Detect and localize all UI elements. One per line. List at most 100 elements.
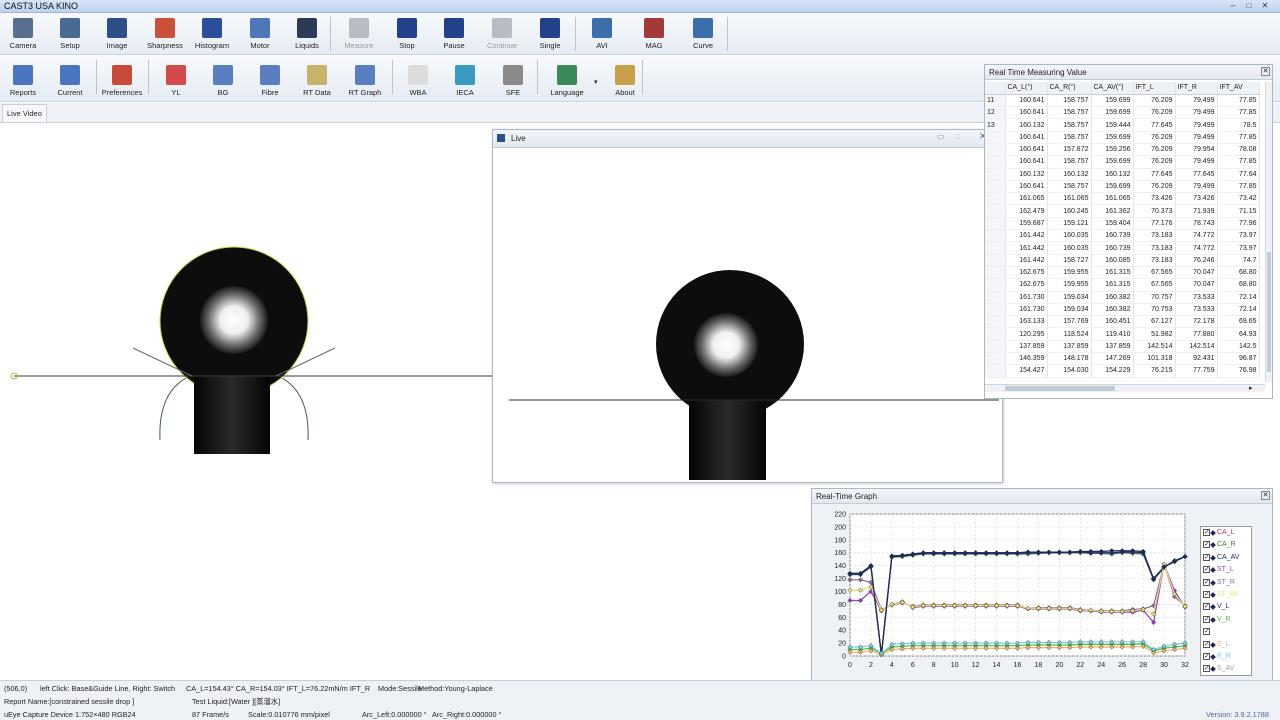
liquids-button[interactable]: Liquids bbox=[284, 15, 330, 50]
legend-item[interactable]: ✓ ST_L bbox=[1201, 564, 1251, 576]
legend-item[interactable]: ✓ bbox=[1201, 626, 1251, 638]
rt-table: CA_L(°) CA_R(°) CA_AV(°) IFT_L IFT_R IFT_AV 11… bbox=[985, 82, 1260, 378]
table-row[interactable]: 160.641 158.757 159.699 76.209 79.499 77.85 bbox=[985, 180, 1260, 194]
avi-button[interactable]: AVI bbox=[579, 15, 625, 50]
checkbox-icon[interactable]: ✓ bbox=[1203, 665, 1210, 673]
table-row[interactable]: 159.687 159.121 159.404 77.176 78.743 77.96 bbox=[985, 217, 1260, 231]
ieca-button[interactable]: IECA bbox=[442, 58, 488, 97]
rt-graph-button[interactable]: RT Graph bbox=[342, 58, 388, 97]
status-method: Method:Young-Laplace bbox=[418, 684, 493, 693]
toolbar-button-label: Single bbox=[539, 41, 561, 50]
close-button[interactable]: ✕ bbox=[1258, 1, 1272, 12]
rt-horizontal-scrollbar[interactable]: ▸ bbox=[985, 384, 1265, 392]
column-header[interactable]: IFT_R bbox=[1175, 82, 1218, 95]
wba-button[interactable]: WBA bbox=[395, 58, 441, 97]
table-row[interactable]: 160.641 158.757 159.699 76.209 79.499 77.85 bbox=[985, 131, 1260, 144]
pause-button[interactable]: Pause bbox=[431, 15, 477, 50]
sharpness-button[interactable]: Sharpness bbox=[142, 15, 188, 50]
motor-button[interactable]: Motor bbox=[237, 15, 283, 50]
table-row[interactable]: 160.641 157.872 159.256 76.209 79.954 78.08 bbox=[985, 143, 1260, 157]
table-row[interactable]: 161.442 160.035 160.739 73.183 74.772 73.97 bbox=[985, 241, 1260, 255]
realtime-graph-panel[interactable]: Real-Time Graph ✕ 0 20 40 60 80 100 120 140 160 1… bbox=[811, 488, 1273, 688]
table-row[interactable]: 161.442 158.727 160.085 73.183 76.246 74.7 bbox=[985, 254, 1260, 267]
camera-button[interactable]: Camera bbox=[0, 15, 46, 50]
column-header[interactable]: CA_AV(°) bbox=[1091, 82, 1134, 95]
column-header[interactable]: CA_L(°) bbox=[1005, 82, 1048, 95]
legend-item[interactable]: ✓ ST_R bbox=[1201, 577, 1251, 589]
legend-item[interactable]: ✓ CA_L bbox=[1201, 527, 1251, 539]
column-header[interactable]: IFT_L bbox=[1133, 82, 1176, 95]
live-maximize-button[interactable]: □ bbox=[955, 132, 960, 141]
table-row[interactable]: 160.132 160.132 160.132 77.645 77.645 77.64 bbox=[985, 168, 1260, 181]
preferences-button[interactable]: Preferences bbox=[99, 58, 145, 97]
rt-panel-close-button[interactable]: ✕ bbox=[1261, 67, 1270, 76]
table-row[interactable]: 11 160.641 158.757 159.699 76.209 79.499 77.85 bbox=[985, 94, 1260, 108]
minimize-button[interactable]: – bbox=[1226, 1, 1240, 12]
legend-item[interactable]: ✓ E_L bbox=[1201, 639, 1251, 651]
main-video-view[interactable] bbox=[0, 124, 492, 454]
single-button[interactable]: Single bbox=[527, 15, 573, 50]
rt-data-button[interactable]: RT Data bbox=[294, 58, 340, 97]
table-row[interactable]: 162.675 159.955 161.315 67.565 70.047 68.80 bbox=[985, 278, 1260, 292]
curve-button[interactable]: Curve bbox=[680, 15, 726, 50]
table-row[interactable]: 163.133 157.769 160.451 67.127 72.178 69.65 bbox=[985, 315, 1260, 329]
legend-item[interactable]: ✓ CA_AV bbox=[1201, 552, 1251, 564]
rt-vertical-scroll-thumb[interactable] bbox=[1267, 252, 1271, 372]
tab-live-video[interactable]: Live Video bbox=[2, 104, 47, 122]
table-row[interactable]: 120.295 118.524 119.410 51.982 77.880 64.93 bbox=[985, 327, 1260, 341]
column-header[interactable]: IFT_AV bbox=[1217, 82, 1260, 95]
reports-button[interactable]: Reports bbox=[0, 58, 46, 97]
mag-button[interactable]: MAG bbox=[631, 15, 677, 50]
image-button[interactable]: Image bbox=[94, 15, 140, 50]
table-row[interactable]: 154.427 154.030 154.229 76.215 77.759 76.98 bbox=[985, 364, 1260, 378]
chart-legend[interactable]: ✓ CA_L ✓ CA_R ✓ CA_AV ✓ ST_L ✓ ST_R ✓ ST_AV ✓ V_L ✓ V_R… bbox=[1200, 526, 1252, 676]
setup-button[interactable]: Setup bbox=[47, 15, 93, 50]
column-header[interactable] bbox=[985, 82, 1006, 95]
checkbox-icon[interactable]: ✓ bbox=[1203, 640, 1210, 648]
scroll-right-icon[interactable]: ▸ bbox=[1249, 384, 1253, 392]
table-row[interactable]: 161.730 159.034 160.382 70.757 73.533 72.14 bbox=[985, 291, 1260, 304]
column-header[interactable]: CA_R(°) bbox=[1047, 82, 1092, 95]
live-window-icon bbox=[497, 134, 505, 142]
table-row[interactable]: 162.479 160.245 161.362 70.373 71.939 71.15 bbox=[985, 204, 1260, 218]
checkbox-icon[interactable]: ✓ bbox=[1203, 578, 1210, 586]
realtime-values-panel[interactable]: Real Time Measuring Value ✕ CA_L(°) CA_R(… bbox=[984, 64, 1273, 399]
table-row[interactable]: 12 160.641 158.757 159.699 76.209 79.499 77.85 bbox=[985, 106, 1260, 120]
live-window[interactable]: Live ▭ □ ✕ bbox=[492, 129, 1003, 483]
histogram-button[interactable]: Histogram bbox=[189, 15, 235, 50]
rt-horizontal-scroll-thumb[interactable] bbox=[1005, 386, 1115, 391]
table-row[interactable]: 162.675 159.955 161.315 67.565 70.047 68.80 bbox=[985, 266, 1260, 280]
continue-button[interactable]: Continue bbox=[479, 15, 525, 50]
rt-table-container[interactable]: CA_L(°) CA_R(°) CA_AV(°) IFT_L IFT_R IFT_AV 11… bbox=[985, 82, 1265, 382]
legend-item[interactable]: ✓ ST_AV bbox=[1201, 589, 1251, 601]
live-minimize-button[interactable]: ▭ bbox=[937, 132, 945, 141]
table-row[interactable]: 13 160.132 158.757 159.444 77.645 79.499 78.5 bbox=[985, 118, 1260, 132]
table-row[interactable]: 161.065 161.065 161.065 73.426 73.426 73.42 bbox=[985, 192, 1260, 206]
table-row[interactable]: 160.641 158.757 159.699 76.209 79.499 77.85 bbox=[985, 155, 1260, 169]
language-dropdown-icon[interactable]: ▾ bbox=[594, 78, 598, 86]
legend-item[interactable]: ✓ V_L bbox=[1201, 601, 1251, 613]
table-row[interactable]: 137.859 137.859 137.859 142.514 142.514 142.5 bbox=[985, 340, 1260, 354]
checkbox-icon[interactable]: ✓ bbox=[1203, 541, 1210, 549]
fibre-button[interactable]: Fibre bbox=[247, 58, 293, 97]
rt-vertical-scrollbar[interactable] bbox=[1265, 82, 1272, 382]
sfe-button[interactable]: SFE bbox=[490, 58, 536, 97]
stop-icon bbox=[397, 18, 417, 38]
table-row[interactable]: 161.730 159.034 160.382 70.753 73.533 72.14 bbox=[985, 303, 1260, 317]
checkbox-icon[interactable]: ✓ bbox=[1203, 603, 1210, 611]
yl-button[interactable]: YL bbox=[153, 58, 199, 97]
legend-item[interactable]: ✓ CA_R bbox=[1201, 539, 1251, 551]
language-button[interactable]: Language bbox=[544, 58, 590, 97]
legend-item[interactable]: ✓ V_R bbox=[1201, 614, 1251, 626]
current-button[interactable]: Current bbox=[47, 58, 93, 97]
measure-button[interactable]: Measure bbox=[336, 15, 382, 50]
table-row[interactable]: 161.442 160.035 160.739 73.183 74.772 73.97 bbox=[985, 229, 1260, 243]
legend-item[interactable]: ✓ E_R bbox=[1201, 651, 1251, 663]
stop-button[interactable]: Stop bbox=[384, 15, 430, 50]
legend-label: V_L bbox=[1217, 603, 1230, 611]
bg-button[interactable]: BG bbox=[200, 58, 246, 97]
legend-item[interactable]: ✓ S_AV bbox=[1201, 663, 1251, 675]
maximize-button[interactable]: □ bbox=[1242, 1, 1256, 12]
graph-panel-close-button[interactable]: ✕ bbox=[1261, 491, 1270, 500]
table-row[interactable]: 146.359 148.178 147.269 101.318 92.431 96.87 bbox=[985, 352, 1260, 366]
